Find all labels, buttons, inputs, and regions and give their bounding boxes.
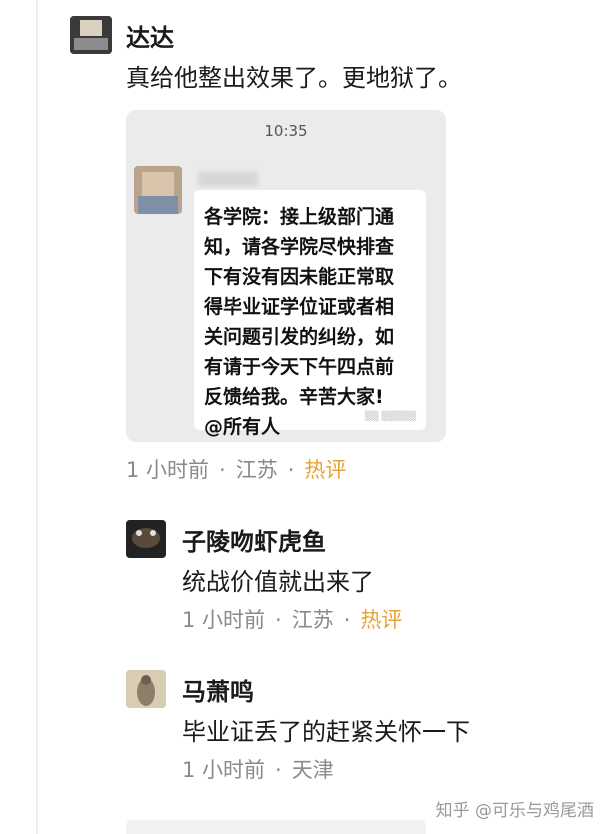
comment-time: 1 小时前	[182, 758, 266, 782]
comment-location: 天津	[291, 758, 334, 782]
message-line: 得毕业证学位证或者相	[204, 296, 395, 318]
comment-meta: 1 小时前 · 天津	[182, 754, 334, 784]
message-line: 反馈给我。辛苦大家!	[204, 386, 384, 408]
hot-comment-badge: 热评	[304, 458, 347, 482]
separator: ·	[287, 458, 295, 482]
chat-bubble: 各学院：接上级部门通 知，请各学院尽快排查 下有没有因未能正常取 得毕业证学位证…	[194, 190, 426, 438]
avatar[interactable]	[126, 520, 166, 558]
chat-message: 各学院：接上级部门通 知，请各学院尽快排查 下有没有因未能正常取 得毕业证学位证…	[204, 202, 418, 442]
separator: ·	[275, 608, 282, 632]
message-line: 有请于今天下午四点前	[204, 356, 395, 378]
sender-avatar	[134, 166, 182, 214]
separator: ·	[275, 758, 282, 782]
chat-time: 10:35	[264, 122, 308, 140]
comment-text: 统战价值就出来了	[182, 568, 374, 596]
comment-text: 毕业证丢了的赶紧关怀一下	[182, 718, 470, 746]
attached-image[interactable]: 10:35 各学院：接上级部门通 知，请各学院尽快排查 下有没有因未能正常取 得…	[126, 110, 446, 442]
avatar-image-icon	[126, 670, 166, 708]
hot-comment-badge: 热评	[360, 608, 403, 632]
message-line: 知，请各学院尽快排查	[204, 236, 395, 258]
comment-location: 江苏	[291, 608, 334, 632]
separator: ·	[219, 458, 226, 482]
username[interactable]: 达达	[126, 18, 174, 53]
comment-text: 真给他整出效果了。更地狱了。	[126, 64, 462, 92]
separator: ·	[343, 608, 351, 632]
comment-time: 1 小时前	[126, 458, 210, 482]
comment-meta: 1 小时前 · 江苏 · 热评	[126, 454, 346, 484]
username[interactable]: 子陵吻虾虎鱼	[182, 522, 326, 557]
comment-time: 1 小时前	[182, 608, 266, 632]
avatar[interactable]	[126, 670, 166, 708]
blurred-avatar-icon	[134, 166, 182, 214]
message-line: 下有没有因未能正常取	[204, 266, 395, 288]
username[interactable]: 马萧鸣	[182, 672, 254, 707]
message-line: 各学院：接上级部门通	[204, 206, 395, 228]
comment-location: 江苏	[235, 458, 278, 482]
next-item-edge	[126, 820, 426, 834]
avatar-image-icon	[70, 16, 112, 54]
avatar-image-icon	[126, 520, 166, 558]
avatar[interactable]	[70, 16, 112, 54]
message-line: 关问题引发的纠纷，如	[204, 326, 395, 348]
zhihu-watermark: 知乎 @可乐与鸡尾酒	[435, 801, 594, 821]
comment-meta: 1 小时前 · 江苏 · 热评	[182, 604, 402, 634]
sender-name-blurred	[198, 172, 258, 186]
image-watermark: ▒▒ ▒▒▒▒▒	[364, 412, 416, 422]
thread-guide-line	[36, 0, 38, 834]
